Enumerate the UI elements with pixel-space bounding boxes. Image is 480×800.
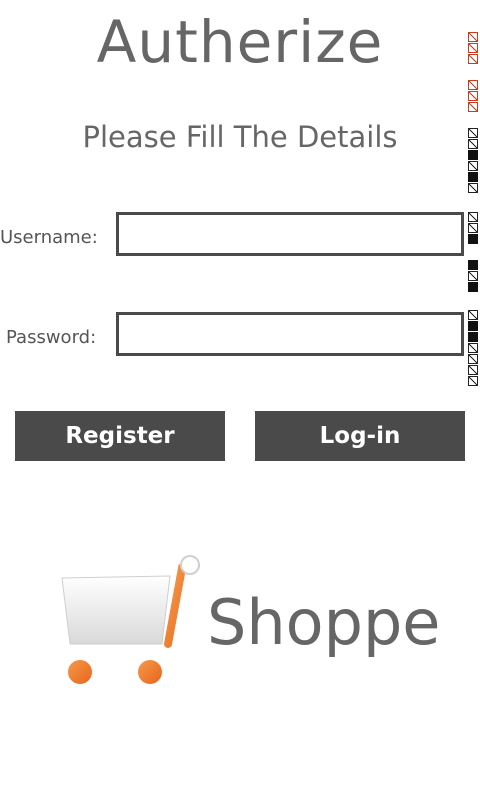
missing-glyph-icon — [468, 234, 478, 244]
glyph-strip-6 — [468, 310, 480, 387]
login-page: Autherize Please Fill The Details Userna… — [0, 0, 480, 800]
username-field[interactable] — [116, 212, 464, 256]
username-label: Username: — [0, 227, 98, 248]
missing-glyph-icon — [468, 376, 478, 386]
missing-glyph-icon — [468, 43, 478, 53]
missing-glyph-icon — [468, 102, 478, 112]
missing-glyph-icon — [468, 172, 478, 182]
missing-glyph-icon — [468, 282, 478, 292]
missing-glyph-icon — [468, 310, 478, 320]
missing-glyph-icon — [468, 321, 478, 331]
missing-glyph-icon — [468, 80, 478, 90]
missing-glyph-icon — [468, 212, 478, 222]
page-title: Autherize — [96, 8, 384, 76]
glyph-strip-2 — [468, 80, 480, 113]
password-label: Password: — [6, 327, 97, 348]
brand-name: Shoppe — [207, 586, 441, 659]
missing-glyph-icon — [468, 354, 478, 364]
missing-glyph-icon — [468, 161, 478, 171]
password-field[interactable] — [116, 312, 464, 356]
missing-glyph-icon — [468, 332, 478, 342]
missing-glyph-icon — [468, 91, 478, 101]
missing-glyph-icon — [468, 128, 478, 138]
missing-glyph-icon — [468, 260, 478, 270]
missing-glyph-icon — [468, 271, 478, 281]
missing-glyph-icon — [468, 139, 478, 149]
login-button[interactable]: Log-in — [255, 411, 465, 461]
shopping-cart-icon — [61, 555, 200, 684]
missing-glyph-icon — [468, 365, 478, 375]
glyph-strip-top — [468, 32, 480, 65]
glyph-strip-3 — [468, 128, 480, 194]
missing-glyph-icon — [468, 183, 478, 193]
missing-glyph-icon — [468, 32, 478, 42]
glyph-strip-5 — [468, 260, 480, 293]
missing-glyph-icon — [468, 150, 478, 160]
missing-glyph-icon — [468, 54, 478, 64]
missing-glyph-icon — [468, 223, 478, 233]
glyph-strip-4 — [468, 212, 480, 245]
missing-glyph-icon — [468, 343, 478, 353]
register-button[interactable]: Register — [15, 411, 225, 461]
page-subtitle: Please Fill The Details — [82, 120, 398, 154]
